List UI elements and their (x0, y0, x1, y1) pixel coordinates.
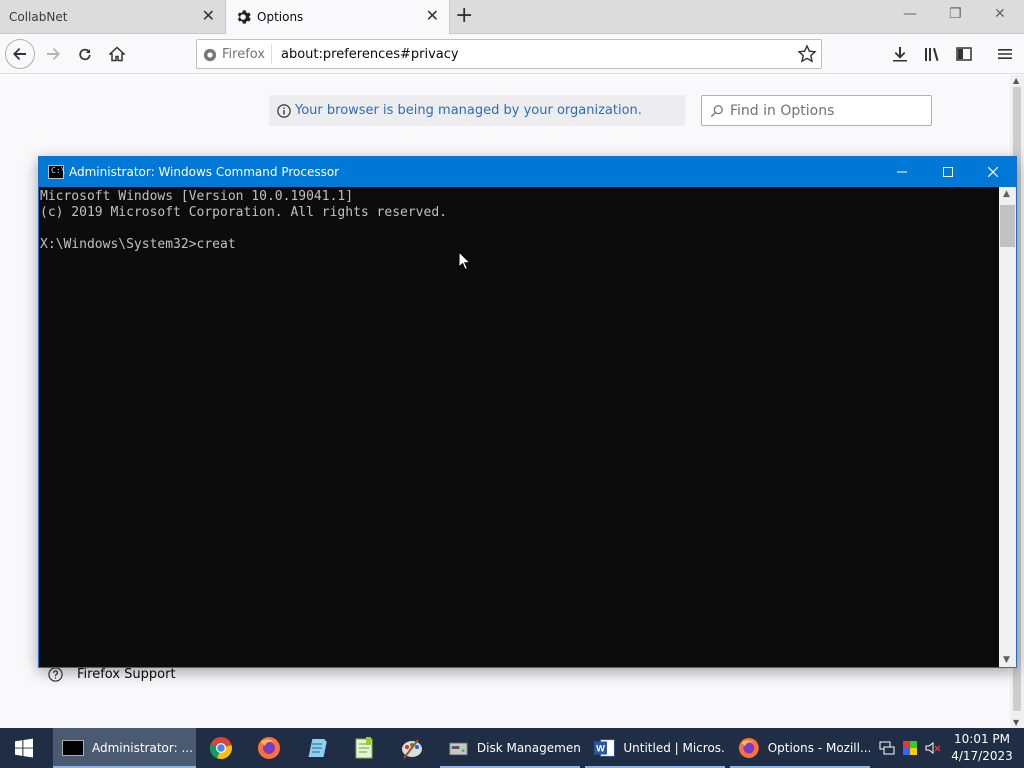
home-button[interactable] (103, 40, 131, 68)
support-label[interactable]: Firefox Support (77, 667, 176, 682)
scroll-down-icon[interactable]: ▼ (1013, 718, 1019, 727)
close-window-icon[interactable]: ✕ (994, 6, 1006, 22)
back-button[interactable] (5, 39, 35, 69)
console-line: Microsoft Windows [Version 10.0.19041.1] (40, 189, 354, 204)
taskbar-item-label: Administrator: ... (92, 741, 193, 755)
firefox-support-link[interactable]: Firefox Support (48, 667, 176, 682)
command-prompt-window[interactable]: C:\ Administrator: Windows Command Proce… (38, 156, 1017, 668)
cmd-scrollbar[interactable]: ▲ ▼ (999, 187, 1016, 667)
taskbar-item-label: Untitled | Micros... (623, 741, 725, 755)
new-tab-button[interactable]: + (455, 4, 473, 28)
identity-label: Firefox (222, 47, 266, 62)
tab-strip: CollabNet ✕ Options ✕ + — ❐ ✕ (0, 0, 1024, 35)
cmd-console[interactable]: Microsoft Windows [Version 10.0.19041.1]… (39, 187, 999, 667)
display-color-icon[interactable] (902, 740, 918, 756)
cmd-close-button[interactable] (970, 157, 1016, 187)
cmd-title-bar[interactable]: C:\ Administrator: Windows Command Proce… (39, 157, 1016, 187)
taskbar-clock[interactable]: 10:01 PM 4/17/2023 (948, 731, 1016, 765)
minimize-icon (897, 171, 907, 173)
clock-time: 10:01 PM (954, 732, 1010, 746)
console-line: (c) 2019 Microsoft Corporation. All righ… (40, 205, 447, 220)
cmd-icon (62, 740, 84, 756)
start-button[interactable] (0, 728, 48, 768)
close-icon[interactable]: ✕ (202, 8, 215, 24)
disk-management-icon (449, 742, 468, 756)
close-icon[interactable]: ✕ (426, 8, 439, 24)
reload-icon (79, 48, 91, 61)
firefox-icon (203, 48, 217, 61)
mouse-pointer-icon (458, 251, 470, 271)
scroll-down-icon[interactable]: ▼ (1003, 655, 1010, 665)
library-button[interactable] (918, 40, 946, 68)
taskbar: Administrator: ... Disk Management W Unt… (0, 728, 1024, 768)
taskbar-item-label: Options - Mozill... (767, 741, 870, 755)
cmd-minimize-button[interactable] (879, 157, 925, 187)
url-separator (271, 44, 272, 64)
svg-text:W: W (596, 744, 605, 754)
chrome-icon[interactable] (209, 736, 233, 760)
download-icon (893, 47, 907, 62)
scroll-up-icon[interactable]: ▲ (1003, 189, 1010, 199)
paint-icon[interactable] (400, 736, 424, 760)
close-icon (988, 167, 998, 177)
restore-icon[interactable]: ❐ (949, 6, 962, 22)
taskbar-item-word[interactable]: W Untitled | Micros... (585, 728, 725, 768)
sidebar-icon (956, 47, 972, 61)
library-icon (925, 47, 939, 61)
info-icon (277, 103, 291, 118)
arrow-left-icon (13, 48, 26, 60)
home-icon (109, 46, 125, 62)
firefox-icon[interactable] (257, 736, 281, 760)
search-icon (710, 104, 723, 117)
policy-notice-text[interactable]: Your browser is being managed by your or… (295, 103, 642, 118)
word-icon: W (593, 739, 615, 757)
help-icon (48, 667, 63, 682)
cmd-maximize-button[interactable] (925, 157, 971, 187)
tab-label: CollabNet (9, 10, 68, 24)
tab-label: Options (257, 10, 304, 24)
url-bar[interactable]: Firefox about:preferences#privacy (196, 39, 822, 69)
scroll-up-icon[interactable]: ▲ (1013, 76, 1019, 85)
minimize-icon[interactable]: — (903, 6, 917, 22)
menu-button[interactable] (991, 40, 1019, 68)
scrollbar-thumb[interactable] (1000, 205, 1015, 247)
system-tray (878, 728, 942, 768)
gear-icon (237, 10, 251, 24)
maximize-icon (943, 167, 953, 177)
policy-notice[interactable]: Your browser is being managed by your or… (269, 95, 685, 126)
volume-muted-icon[interactable] (924, 740, 942, 756)
navigation-toolbar: Firefox about:preferences#privacy (0, 34, 1024, 74)
find-in-options-input[interactable]: Find in Options (701, 95, 932, 126)
tab-options[interactable]: Options ✕ (225, 0, 450, 35)
url-text[interactable]: about:preferences#privacy (281, 47, 459, 62)
windows-logo-icon (15, 738, 33, 758)
reload-button[interactable] (71, 40, 99, 68)
firefox-icon (738, 738, 759, 758)
clock-date: 4/17/2023 (951, 749, 1013, 763)
hamburger-menu-icon (998, 49, 1012, 59)
find-placeholder: Find in Options (730, 102, 835, 119)
taskbar-item-command-prompt[interactable]: Administrator: ... (53, 728, 196, 768)
forward-button[interactable] (39, 40, 67, 68)
notepad-icon[interactable] (305, 736, 329, 760)
cmd-title: Administrator: Windows Command Processor (69, 165, 340, 179)
taskbar-item-firefox-options[interactable]: Options - Mozill... (730, 728, 870, 768)
downloads-button[interactable] (886, 40, 914, 68)
bookmark-star-icon[interactable] (797, 44, 817, 64)
arrow-right-icon (47, 48, 60, 60)
taskbar-item-disk-management[interactable]: Disk Management (440, 728, 580, 768)
site-identity[interactable]: Firefox (203, 47, 265, 62)
network-icon[interactable] (878, 740, 896, 756)
cmd-icon: C:\ (48, 165, 65, 179)
tab-collabnet[interactable]: CollabNet ✕ (0, 0, 225, 34)
console-prompt-line[interactable]: X:\Windows\System32>creat (40, 237, 999, 253)
notepad-plus-icon[interactable] (352, 736, 376, 760)
sidebar-button[interactable] (950, 40, 978, 68)
taskbar-item-label: Disk Management (476, 741, 580, 755)
